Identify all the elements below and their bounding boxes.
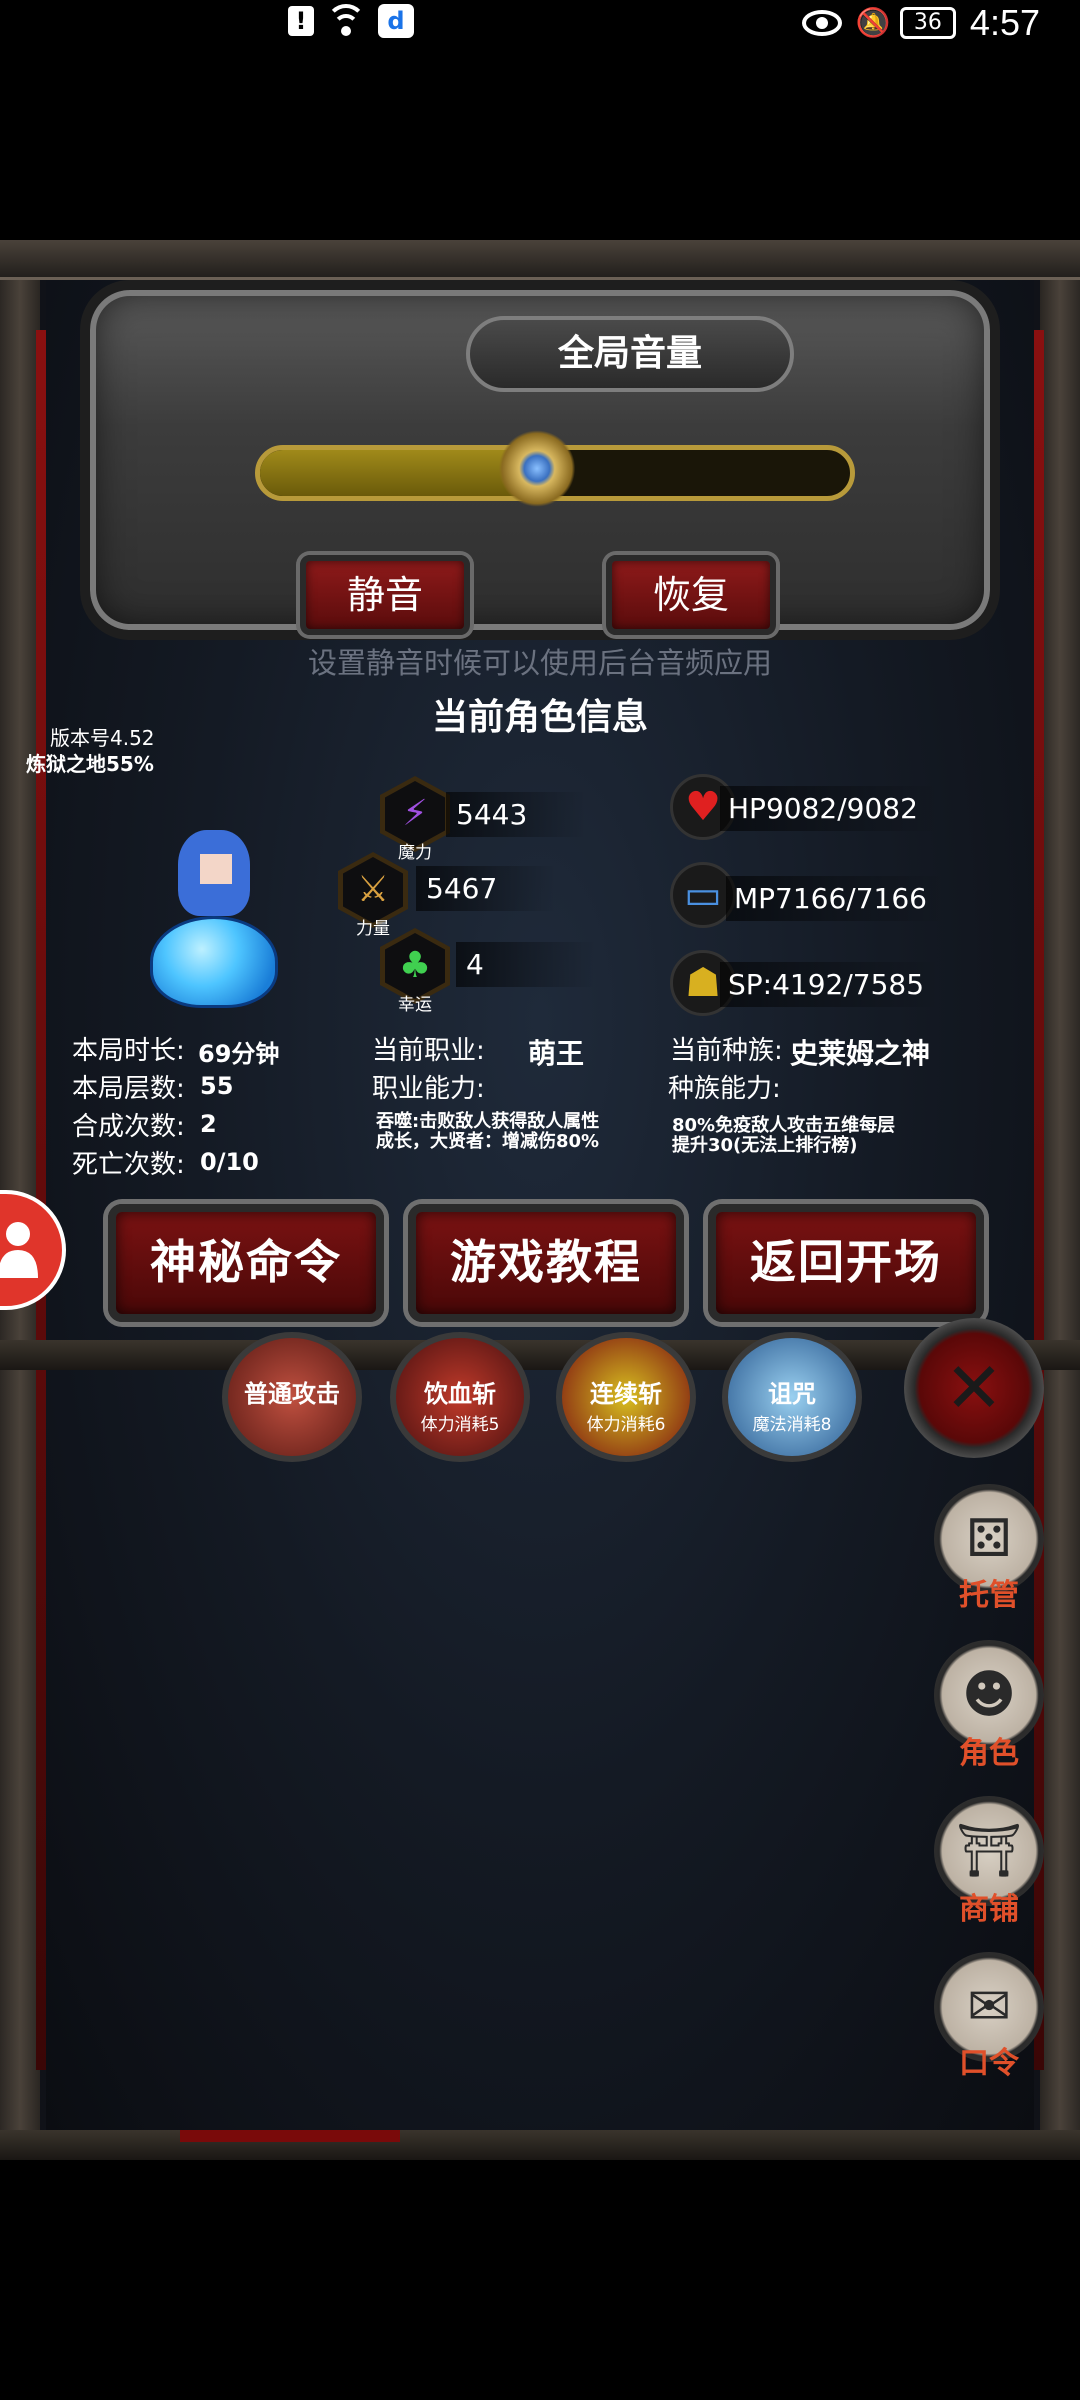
deaths-label: 死亡次数: [72, 1150, 185, 1180]
side-menu-shop[interactable]: 商铺 [924, 1884, 1054, 1928]
status-left-icons: ! d [288, 4, 414, 38]
race-value: 史莱姆之神 [790, 1037, 931, 1070]
side-menu-auto[interactable]: 托管 [924, 1570, 1054, 1614]
character-info-title: 当前角色信息 [431, 697, 648, 738]
deaths-value: 0/10 [200, 1148, 259, 1176]
volume-slider-knob[interactable] [497, 428, 578, 518]
magic-caption: 魔力 [398, 843, 432, 863]
tutorial-button[interactable]: 游戏教程 [408, 1204, 684, 1322]
duration-label: 本局时长: [72, 1036, 185, 1066]
clock: 4:57 [969, 2, 1040, 43]
back-to-start-button[interactable]: 返回开场 [708, 1204, 984, 1322]
skill-blood-slash[interactable]: 饮血斩 体力消耗5 [390, 1332, 530, 1462]
job-ability-line-2: 成长，大贤者：增减伤80% [376, 1131, 600, 1152]
character-face [200, 854, 232, 884]
strength-value: 5467 [416, 866, 556, 911]
race-ability-line-2: 提升30(无法上排行榜) [672, 1135, 858, 1156]
wifi-icon [324, 4, 368, 38]
job-ability-label: 职业能力: [372, 1074, 485, 1104]
synth-value: 2 [200, 1110, 217, 1138]
alert-icon: ! [288, 6, 314, 36]
job-value: 萌王 [528, 1037, 585, 1070]
side-menu-character[interactable]: 角色 [924, 1728, 1054, 1772]
skill-normal-attack[interactable]: 普通攻击 [222, 1332, 362, 1462]
skill-curse[interactable]: 诅咒 魔法消耗8 [722, 1332, 862, 1462]
battery-indicator: 36 [899, 7, 956, 39]
strength-caption: 力量 [356, 919, 390, 939]
magic-value: 5443 [446, 792, 586, 837]
race-ability-label: 种族能力: [668, 1074, 781, 1104]
luck-caption: 幸运 [398, 995, 432, 1015]
game-screen: 全局音量 静音 恢复 设置静音时候可以使用后台音频应用 当前角色信息 版本号4.… [0, 240, 1080, 2160]
race-ability-line-1: 80%免疫敌人攻击五维每层 [672, 1115, 896, 1136]
status-right-icons: 🔕 36 4:57 [801, 2, 1040, 44]
close-icon[interactable]: ✕ [904, 1318, 1044, 1458]
version-label: 版本号4.52 [50, 726, 155, 750]
slime-mount [150, 916, 278, 1008]
duration-value: 69分钟 [198, 1040, 280, 1068]
frame-red-edge-right [1034, 330, 1044, 2070]
volume-panel: 全局音量 静音 恢复 [80, 280, 1000, 640]
job-ability-line-1: 吞噬:击败敌人获得敌人属性 [376, 1111, 600, 1132]
app-notification-icon: d [378, 4, 414, 38]
hp-value: HP9082/9082 [720, 786, 940, 831]
mute-button[interactable]: 静音 [300, 555, 470, 635]
frame-bottom-border [0, 2130, 1080, 2160]
frame-top-border [0, 240, 1080, 280]
floors-value: 55 [200, 1072, 234, 1100]
floors-label: 本局层数: [72, 1074, 185, 1104]
race-label: 当前种族: [670, 1036, 783, 1066]
frame-bottom-red-accent [180, 2130, 400, 2142]
mp-value: MP7166/7166 [726, 876, 946, 921]
sp-value: SP:4192/7585 [720, 962, 940, 1007]
status-bar: ! d 🔕 36 4:57 [0, 0, 1080, 48]
restore-button[interactable]: 恢复 [606, 555, 776, 635]
eye-icon [801, 10, 842, 36]
character-avatar [150, 830, 290, 1010]
synth-label: 合成次数: [72, 1112, 185, 1142]
skill-combo-slash[interactable]: 连续斩 体力消耗6 [556, 1332, 696, 1462]
volume-title: 全局音量 [466, 316, 794, 392]
volume-slider[interactable] [255, 428, 855, 518]
luck-value: 4 [456, 942, 596, 987]
volume-hint: 设置静音时候可以使用后台音频应用 [307, 646, 772, 680]
side-menu-code[interactable]: 口令 [924, 2038, 1054, 2082]
secret-command-button[interactable]: 神秘命令 [108, 1204, 384, 1322]
user-icon [0, 1218, 38, 1278]
volume-slider-fill [260, 450, 538, 496]
job-label: 当前职业: [372, 1036, 485, 1066]
bell-muted-icon: 🔕 [855, 6, 891, 39]
zone-progress: 炼狱之地55% [26, 752, 154, 776]
